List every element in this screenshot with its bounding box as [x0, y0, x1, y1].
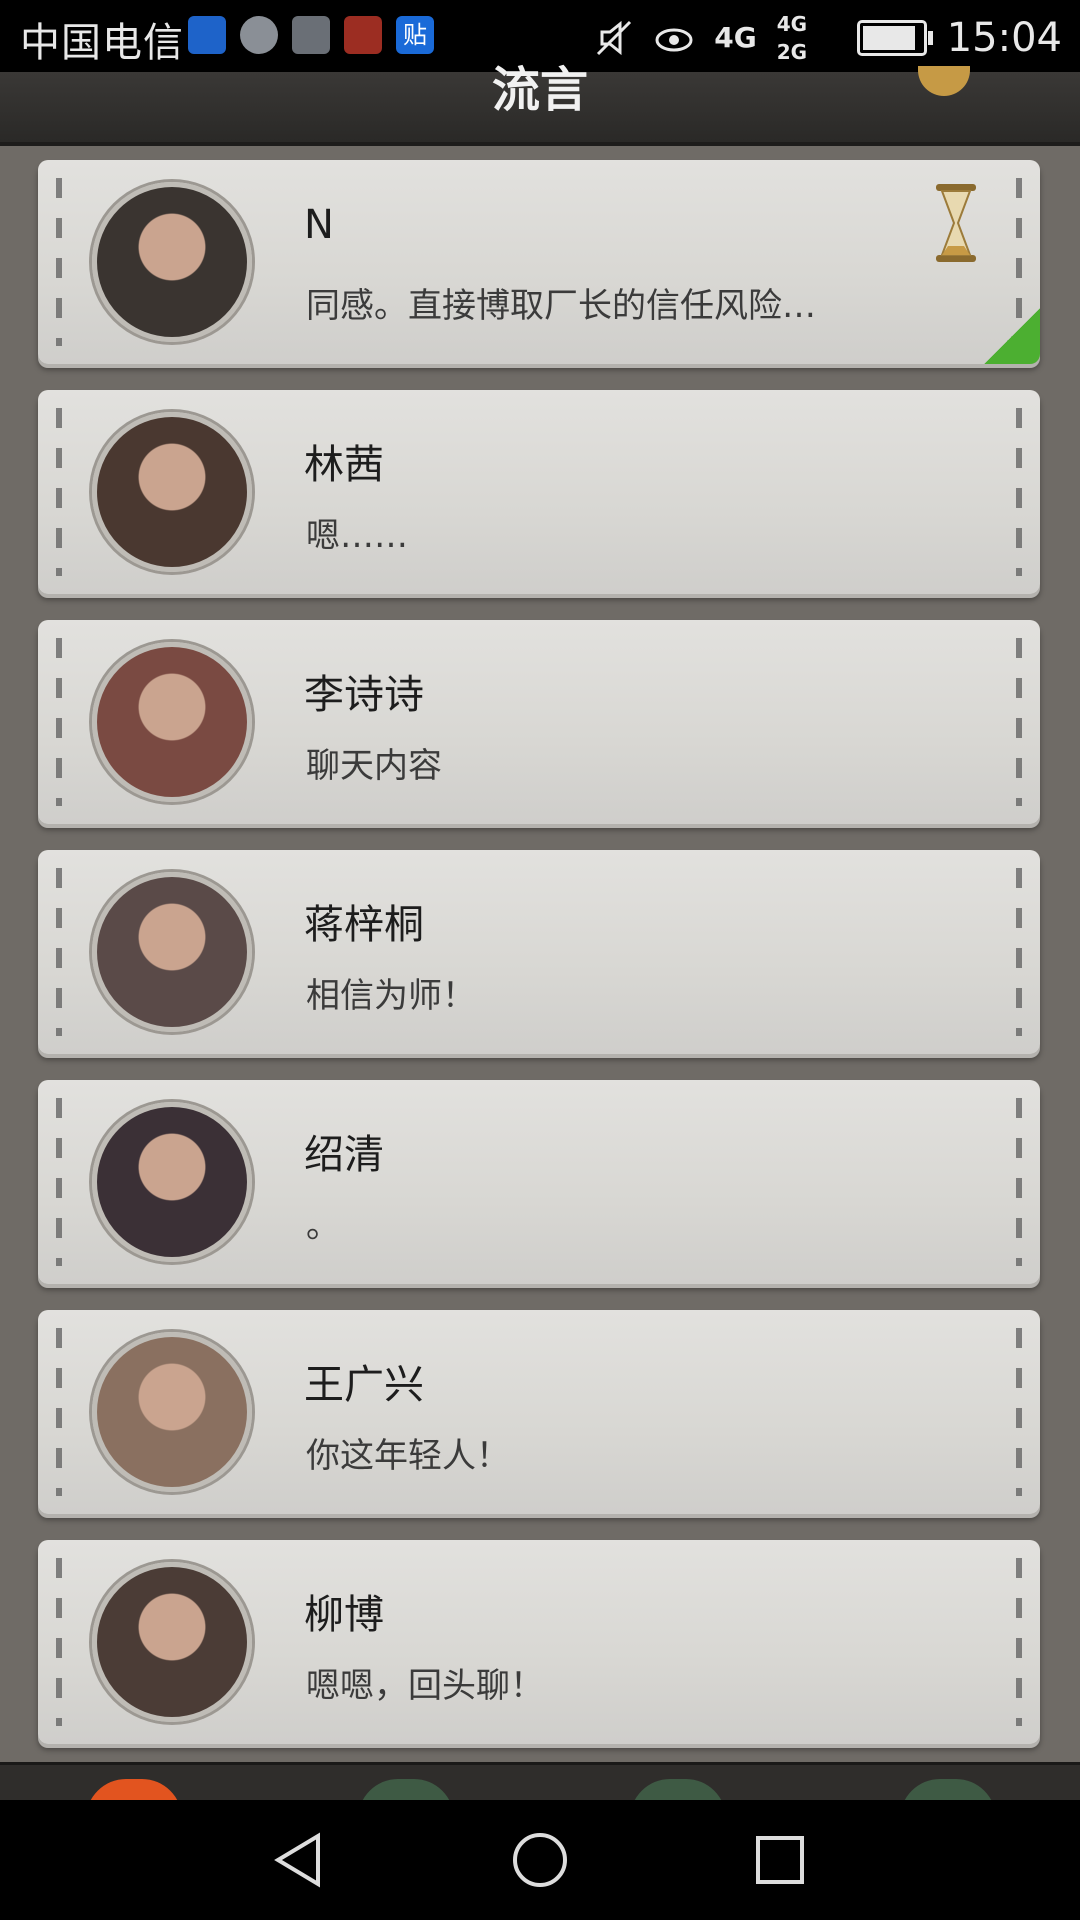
card-perforation-right — [1016, 638, 1022, 806]
page-title: 流言 — [491, 62, 588, 118]
network-4g-label: 4G — [714, 21, 757, 54]
avatar[interactable] — [92, 1562, 252, 1722]
card-perforation-left — [56, 638, 62, 806]
avatar[interactable] — [92, 872, 252, 1032]
card-perforation-right — [1016, 1558, 1022, 1726]
last-message: 聊天内容 — [306, 746, 442, 786]
contact-card[interactable]: N 同感。直接博取厂长的信任风险… — [38, 160, 1040, 364]
contact-name: 蒋梓桐 — [304, 902, 424, 948]
contact-name: N — [304, 202, 334, 248]
card-perforation-right — [1016, 1328, 1022, 1496]
contact-card[interactable]: 柳博嗯嗯，回头聊！ — [38, 1540, 1040, 1744]
back-icon[interactable] — [270, 1830, 330, 1890]
contact-name: 林茜 — [304, 442, 384, 488]
card-perforation-right — [1016, 408, 1022, 576]
card-perforation-left — [56, 1328, 62, 1496]
card-perforation-right — [1016, 1098, 1022, 1266]
contact-name: 绍清 — [304, 1132, 384, 1178]
last-message: 你这年轻人！ — [306, 1436, 510, 1476]
card-perforation-left — [56, 1098, 62, 1266]
health-icon — [188, 16, 226, 54]
card-perforation-left — [56, 178, 62, 346]
last-message: 相信为师！ — [306, 976, 476, 1016]
app-header: 流言 — [0, 62, 1080, 146]
card-perforation-left — [56, 408, 62, 576]
avatar[interactable] — [92, 1102, 252, 1262]
notification-icons: 贴 — [188, 16, 434, 54]
last-message: 嗯嗯，回头聊！ — [306, 1666, 544, 1706]
card-perforation-right — [1016, 868, 1022, 1036]
contact-list: N 同感。直接博取厂长的信任风险… 林茜嗯…… 李诗诗聊天内容蒋梓桐相信为师！ 绍清。王… — [38, 160, 1040, 1770]
home-icon[interactable] — [510, 1830, 570, 1890]
photo-app-icon — [344, 16, 382, 54]
contact-card[interactable]: 绍清。 — [38, 1080, 1040, 1284]
unread-corner-icon — [984, 308, 1040, 364]
bottom-tab-bar — [0, 1762, 1080, 1819]
card-perforation-left — [56, 1558, 62, 1726]
last-message: 嗯…… — [306, 516, 408, 556]
avatar[interactable] — [92, 1332, 252, 1492]
card-perforation-left — [56, 868, 62, 1036]
avatar[interactable] — [92, 642, 252, 802]
contact-name: 李诗诗 — [304, 672, 424, 718]
gallery-icon — [292, 16, 330, 54]
contact-icon — [240, 16, 278, 54]
hourglass-icon — [936, 184, 976, 262]
tieba-icon: 贴 — [396, 16, 434, 54]
contact-card[interactable]: 蒋梓桐相信为师！ — [38, 850, 1040, 1054]
system-nav-bar — [0, 1800, 1080, 1920]
contact-card[interactable]: 林茜嗯…… — [38, 390, 1040, 594]
contact-name: 柳博 — [304, 1592, 384, 1638]
contact-card[interactable]: 李诗诗 聊天内容 — [38, 620, 1040, 824]
contact-card[interactable]: 王广兴你这年轻人！ — [38, 1310, 1040, 1514]
avatar[interactable] — [92, 182, 252, 342]
contact-name: 王广兴 — [304, 1362, 424, 1408]
last-message: 。 — [306, 1206, 340, 1246]
recent-apps-icon[interactable] — [750, 1830, 810, 1890]
avatar[interactable] — [92, 412, 252, 572]
last-message: 同感。直接博取厂长的信任风险… — [306, 286, 816, 326]
